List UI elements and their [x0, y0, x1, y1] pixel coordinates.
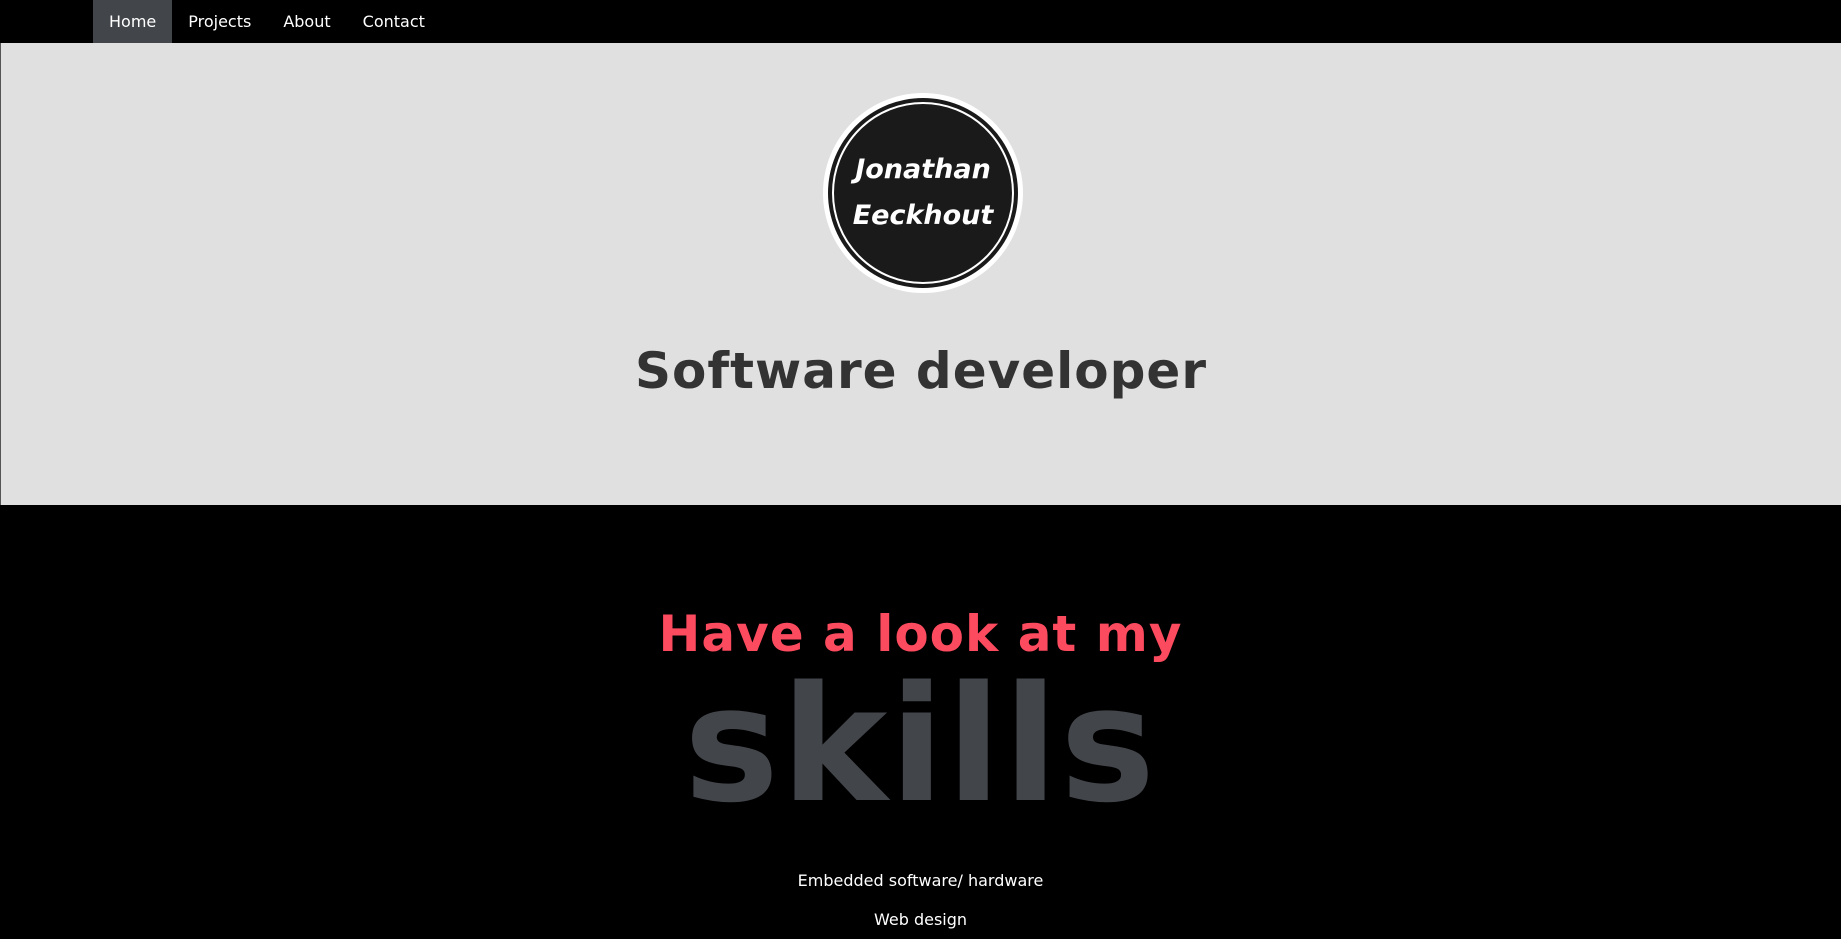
- logo-last-name: Eeckhout: [852, 200, 994, 231]
- skills-title: skills: [683, 651, 1158, 838]
- logo-inner: Jonathan Eeckhout: [832, 102, 1014, 284]
- skill-item-web-design: Web design: [873, 910, 968, 929]
- hero-title: Software developer: [635, 342, 1207, 400]
- skills-section: Have a look at my skills Embedded softwa…: [0, 505, 1841, 938]
- logo-first-name: Jonathan: [855, 154, 991, 185]
- hero-section: Jonathan Eeckhout Software developer: [0, 43, 1841, 505]
- skill-item-embedded: Embedded software/ hardware: [797, 871, 1044, 890]
- logo-ring: Jonathan Eeckhout: [828, 98, 1018, 288]
- name-logo: Jonathan Eeckhout: [823, 93, 1023, 293]
- nav-projects-link[interactable]: Projects: [172, 0, 267, 43]
- top-navbar: Home Projects About Contact: [0, 0, 1841, 43]
- nav-contact-link[interactable]: Contact: [347, 0, 441, 43]
- skills-list: Embedded software/ hardware Web design: [0, 861, 1841, 939]
- nav-about-link[interactable]: About: [267, 0, 346, 43]
- nav-home-link[interactable]: Home: [93, 0, 173, 43]
